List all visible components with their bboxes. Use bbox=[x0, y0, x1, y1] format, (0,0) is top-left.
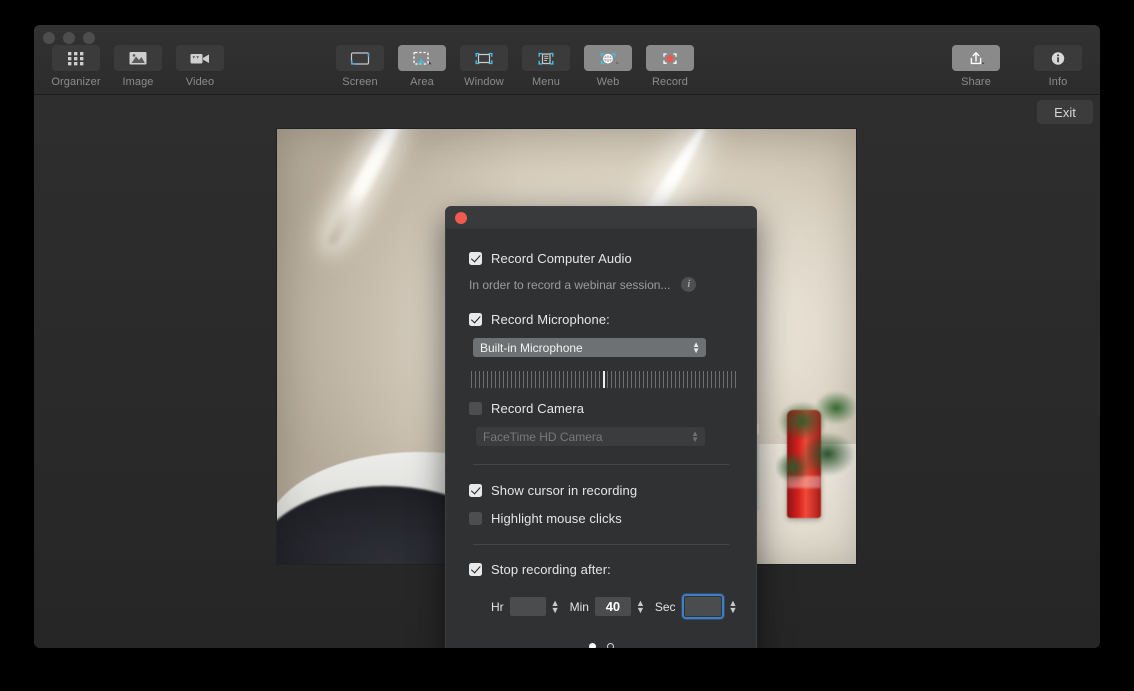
record-camera-label: Record Camera bbox=[491, 401, 585, 416]
record-computer-audio-row[interactable]: Record Computer Audio bbox=[469, 251, 733, 266]
page-dot-2[interactable] bbox=[606, 643, 614, 648]
timer-minute-stepper[interactable]: ▲ ▼ bbox=[636, 598, 645, 614]
timer-second-input[interactable] bbox=[684, 597, 721, 616]
timer-second-stepper[interactable]: ▲ ▼ bbox=[729, 598, 738, 614]
record-icon bbox=[646, 45, 694, 71]
microphone-device-select[interactable]: Built-in Microphone ▲ ▼ bbox=[473, 338, 706, 357]
highlight-clicks-row[interactable]: Highlight mouse clicks bbox=[469, 511, 733, 526]
area-selection-icon bbox=[398, 45, 446, 71]
record-microphone-label: Record Microphone: bbox=[491, 312, 610, 327]
microphone-device-value: Built-in Microphone bbox=[480, 340, 583, 355]
toolbar-label-organizer: Organizer bbox=[51, 76, 101, 88]
toolbar-label-info: Info bbox=[1048, 76, 1068, 88]
chevron-updown-icon-camera: ▲ ▼ bbox=[691, 428, 699, 444]
share-upload-icon bbox=[952, 45, 1000, 71]
window-traffic-lights bbox=[43, 32, 95, 44]
dialog-titlebar bbox=[446, 207, 756, 229]
info-circle-icon bbox=[1034, 45, 1082, 71]
highlight-clicks-checkbox[interactable] bbox=[469, 512, 482, 525]
timer-second-label: Sec bbox=[654, 599, 676, 614]
toolbar-item-record[interactable]: Record bbox=[644, 45, 696, 88]
toolbar-group-capture: Screen Area Window Menu Web Record bbox=[334, 45, 696, 88]
record-microphone-checkbox[interactable] bbox=[469, 313, 482, 326]
record-computer-audio-checkbox[interactable] bbox=[469, 252, 482, 265]
video-camera-icon bbox=[176, 45, 224, 71]
toolbar-label-video: Video bbox=[185, 76, 215, 88]
toolbar-item-image[interactable]: Image bbox=[112, 45, 164, 88]
stop-recording-after-label: Stop recording after: bbox=[491, 562, 611, 577]
computer-audio-hint-text: In order to record a webinar session... bbox=[469, 277, 671, 292]
dialog-body: Record Computer Audio In order to record… bbox=[446, 229, 756, 648]
record-camera-row[interactable]: Record Camera bbox=[469, 401, 733, 416]
toolbar-label-area: Area bbox=[410, 76, 434, 88]
window-minimize-button[interactable] bbox=[63, 32, 75, 44]
show-cursor-checkbox[interactable] bbox=[469, 484, 482, 497]
toolbar-item-menu[interactable]: Menu bbox=[520, 45, 572, 88]
photo-plant bbox=[776, 388, 856, 498]
main-toolbar: Organizer Image Video Screen Area Window… bbox=[34, 25, 1100, 95]
toolbar-label-screen: Screen bbox=[342, 76, 378, 88]
show-cursor-row[interactable]: Show cursor in recording bbox=[469, 483, 733, 498]
window-zoom-button[interactable] bbox=[83, 32, 95, 44]
toolbar-item-area[interactable]: Area bbox=[396, 45, 448, 88]
toolbar-item-video[interactable]: Video bbox=[174, 45, 226, 88]
image-icon bbox=[114, 45, 162, 71]
timer-minute-input[interactable] bbox=[594, 597, 631, 616]
toolbar-label-record: Record bbox=[651, 76, 689, 88]
recording-settings-dialog: Record Computer Audio In order to record… bbox=[445, 206, 757, 648]
timer-hour-stepper[interactable]: ▲ ▼ bbox=[551, 598, 560, 614]
globe-icon bbox=[584, 45, 632, 71]
microphone-level-meter bbox=[471, 371, 737, 388]
toolbar-label-share: Share bbox=[961, 76, 991, 88]
timer-second-field-wrap bbox=[681, 594, 724, 619]
toolbar-item-info[interactable]: Info bbox=[1032, 45, 1084, 88]
dialog-divider-2 bbox=[473, 544, 729, 545]
highlight-clicks-label: Highlight mouse clicks bbox=[491, 511, 622, 526]
page-dot-1[interactable] bbox=[588, 643, 596, 648]
stop-recording-timer-row: Hr ▲▼ Min ▲▼ bbox=[491, 594, 737, 619]
timer-hour-input[interactable] bbox=[509, 597, 546, 616]
dialog-divider-1 bbox=[473, 464, 729, 465]
timer-minute-label: Min bbox=[569, 599, 589, 614]
screen-icon bbox=[336, 45, 384, 71]
camera-device-select[interactable]: FaceTime HD Camera ▲ ▼ bbox=[476, 427, 705, 446]
record-camera-checkbox[interactable] bbox=[469, 402, 482, 415]
show-cursor-label: Show cursor in recording bbox=[491, 483, 638, 498]
dialog-pagination bbox=[469, 643, 733, 648]
microphone-level-marker bbox=[602, 371, 605, 388]
capture-preview-area: Exit Record Computer Audio In order to r… bbox=[34, 95, 1100, 648]
exit-button[interactable]: Exit bbox=[1037, 100, 1093, 124]
chevron-updown-icon: ▲ ▼ bbox=[692, 339, 700, 355]
toolbar-label-web: Web bbox=[596, 76, 620, 88]
toolbar-label-window: Window bbox=[464, 76, 504, 88]
toolbar-item-window[interactable]: Window bbox=[458, 45, 510, 88]
window-icon bbox=[460, 45, 508, 71]
record-computer-audio-label: Record Computer Audio bbox=[491, 251, 632, 266]
toolbar-item-share[interactable]: Share bbox=[950, 45, 1002, 88]
record-microphone-row[interactable]: Record Microphone: bbox=[469, 312, 733, 327]
toolbar-label-menu: Menu bbox=[532, 76, 560, 88]
stop-recording-after-row[interactable]: Stop recording after: bbox=[469, 562, 733, 577]
toolbar-item-web[interactable]: Web bbox=[582, 45, 634, 88]
info-icon[interactable]: i bbox=[681, 277, 697, 292]
toolbar-item-organizer[interactable]: Organizer bbox=[50, 45, 102, 88]
timer-minute-field-wrap bbox=[594, 597, 631, 616]
camera-device-value: FaceTime HD Camera bbox=[483, 429, 603, 444]
toolbar-group-actions: Share Info bbox=[950, 45, 1084, 88]
grid-icon bbox=[52, 45, 100, 71]
toolbar-button-groups: Organizer Image Video Screen Area Window… bbox=[34, 45, 1100, 95]
screen-recorder-app: Organizer Image Video Screen Area Window… bbox=[0, 0, 1134, 691]
toolbar-label-image: Image bbox=[122, 76, 154, 88]
window-close-button[interactable] bbox=[43, 32, 55, 44]
dialog-close-button[interactable] bbox=[455, 212, 467, 224]
toolbar-item-screen[interactable]: Screen bbox=[334, 45, 386, 88]
computer-audio-hint-row: In order to record a webinar session... … bbox=[469, 277, 733, 292]
toolbar-group-library: Organizer Image Video bbox=[50, 45, 226, 88]
timer-hour-field-wrap bbox=[509, 597, 546, 616]
menu-icon bbox=[522, 45, 570, 71]
stop-recording-after-checkbox[interactable] bbox=[469, 563, 482, 576]
application-window: Organizer Image Video Screen Area Window… bbox=[34, 25, 1100, 648]
timer-hour-label: Hr bbox=[491, 599, 504, 614]
